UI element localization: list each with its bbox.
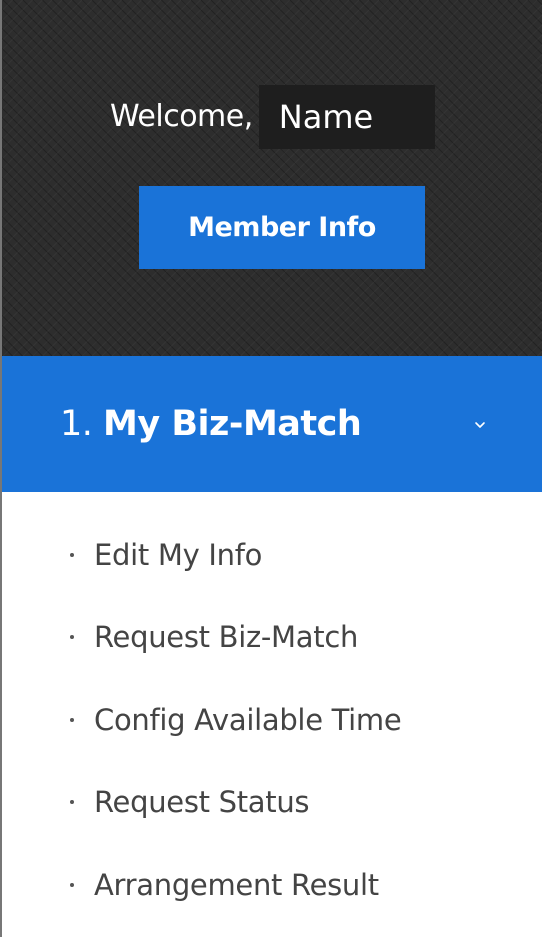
- menu-item-arrangement-result[interactable]: Arrangement Result: [70, 860, 379, 910]
- menu-item-label: Arrangement Result: [94, 868, 379, 902]
- menu-header-my-biz-match[interactable]: 1. My Biz-Match: [2, 356, 542, 492]
- bullet-icon: [70, 800, 74, 804]
- welcome-row: Welcome, Name: [110, 84, 435, 150]
- menu-item-request-biz-match[interactable]: Request Biz-Match: [70, 612, 358, 662]
- bullet-icon: [70, 718, 74, 722]
- menu-item-label: Config Available Time: [94, 703, 402, 737]
- chevron-down-icon[interactable]: [474, 419, 486, 431]
- menu-header-number: 1.: [60, 404, 93, 444]
- bullet-icon: [70, 635, 74, 639]
- menu-item-label: Request Status: [94, 785, 310, 819]
- sidebar: Welcome, Name Member Info 1. My Biz-Matc…: [0, 0, 542, 937]
- menu-item-label: Request Biz-Match: [94, 620, 359, 654]
- profile-panel: Welcome, Name Member Info: [2, 0, 542, 356]
- menu-header-label: My Biz-Match: [103, 404, 362, 444]
- member-info-button[interactable]: Member Info: [139, 186, 425, 269]
- menu-header-title: 1. My Biz-Match: [60, 404, 362, 444]
- welcome-label: Welcome,: [110, 99, 253, 134]
- menu-item-config-available-time[interactable]: Config Available Time: [70, 695, 402, 745]
- menu-item-label: Edit My Info: [94, 538, 263, 572]
- menu-item-edit-my-info[interactable]: Edit My Info: [70, 530, 262, 580]
- menu-item-request-status[interactable]: Request Status: [70, 777, 310, 827]
- bullet-icon: [70, 883, 74, 887]
- bullet-icon: [70, 553, 74, 557]
- user-name: Name: [258, 85, 435, 149]
